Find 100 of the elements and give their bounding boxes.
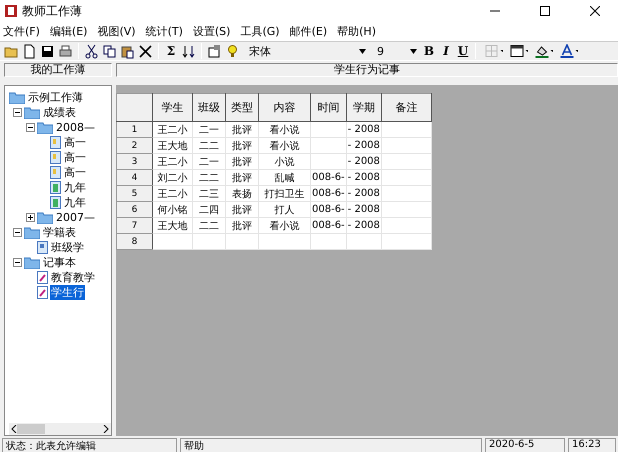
table-cell: 二一 — [199, 156, 219, 168]
tree-item[interactable]: 学生行 — [50, 285, 85, 300]
folder-icon — [37, 212, 53, 224]
tree-item[interactable]: 九年 — [63, 195, 87, 210]
menu-item[interactable]: 工具(G) — [237, 24, 287, 39]
tree-item[interactable]: 记事本 — [42, 255, 77, 270]
column-header[interactable]: 内容 — [258, 94, 310, 122]
scroll-left-icon[interactable] — [11, 425, 17, 433]
paste-icon[interactable] — [120, 44, 135, 58]
table-cell: 二四 — [199, 204, 219, 216]
caret-icon[interactable] — [410, 48, 417, 54]
row-header[interactable]: 8 — [116, 234, 152, 250]
row-header[interactable]: 7 — [116, 218, 152, 234]
column-header[interactable]: 班级 — [192, 94, 226, 122]
tree-item[interactable]: 成绩表 — [42, 105, 77, 120]
table-cell: 乱喊 — [274, 172, 294, 184]
menu-item[interactable]: 帮助(H) — [334, 24, 383, 39]
collapse-icon[interactable] — [13, 228, 22, 237]
save-icon[interactable] — [40, 44, 55, 58]
table-cell: 批评 — [232, 220, 252, 232]
table-cell: 小说 — [274, 156, 294, 168]
format-button[interactable]: U — [456, 44, 470, 58]
column-header[interactable]: 类型 — [226, 94, 258, 122]
format-button[interactable]: I — [439, 44, 453, 58]
window-title: 教师工作薄 — [22, 2, 83, 20]
collapse-icon[interactable] — [13, 258, 22, 267]
row-header[interactable]: 4 — [116, 170, 152, 186]
sort-icon[interactable] — [181, 44, 196, 58]
row-header[interactable]: 3 — [116, 154, 152, 170]
menu-item[interactable]: 设置(S) — [190, 24, 238, 39]
table-cell: 008-6- — [312, 172, 345, 183]
menu-item[interactable]: 视图(V) — [94, 24, 143, 39]
folder-icon — [24, 106, 40, 118]
table-cell: 008-6- — [312, 188, 345, 199]
menu-item[interactable]: 统计(T) — [142, 24, 190, 39]
table-cell: 刘二小 — [158, 172, 188, 184]
row-header[interactable]: 5 — [116, 186, 152, 202]
horizontal-scrollbar[interactable] — [9, 423, 111, 435]
tree-item[interactable]: 九年 — [63, 180, 87, 195]
table-cell: 批评 — [232, 140, 252, 152]
table-cell: - 2008 — [348, 204, 380, 215]
app-book-icon — [4, 4, 18, 18]
table-cell: 何小铭 — [158, 204, 188, 216]
table-cell: 008-6- — [312, 204, 345, 215]
font-size-dropdown[interactable]: 9 — [371, 42, 419, 60]
maximize-icon[interactable] — [540, 6, 550, 16]
tree-item[interactable]: 班级学 — [50, 240, 85, 255]
help-bulb-icon[interactable] — [225, 44, 240, 58]
column-header[interactable]: 学期 — [346, 94, 382, 122]
print-icon[interactable] — [58, 44, 73, 58]
table-cell: - 2008 — [348, 188, 380, 199]
menu-item[interactable]: 编辑(E) — [46, 24, 94, 39]
sum-button[interactable]: Σ — [164, 44, 178, 58]
tree-item[interactable]: 教育教学 — [50, 270, 96, 285]
properties-icon[interactable] — [207, 44, 222, 58]
delete-icon[interactable] — [138, 44, 153, 58]
copy-icon[interactable] — [102, 44, 117, 58]
note-pencil-icon — [37, 286, 48, 299]
new-file-icon[interactable] — [22, 44, 37, 58]
tree-item[interactable]: 高一 — [63, 135, 87, 150]
table-cell: 看小说 — [270, 220, 300, 232]
menu-item[interactable]: 邮件(E) — [286, 24, 334, 39]
chart-sheet-icon — [50, 181, 61, 194]
tree-item[interactable]: 2007— — [55, 211, 96, 224]
table-cell: 看小说 — [270, 124, 300, 136]
table-cell: 王二小 — [158, 124, 188, 136]
table-cell: 批评 — [232, 204, 252, 216]
column-header[interactable]: 学生 — [152, 94, 192, 122]
menu-item[interactable]: 文件(F) — [0, 24, 47, 39]
note-pencil-icon — [37, 271, 48, 284]
close-icon[interactable] — [590, 6, 600, 16]
expand-icon[interactable] — [26, 213, 35, 222]
table-cell: 王二小 — [158, 188, 188, 200]
table-cell: 二一 — [199, 124, 219, 136]
table-cell: 批评 — [232, 156, 252, 168]
tree-item[interactable]: 2008— — [55, 121, 96, 134]
row-header[interactable]: 1 — [116, 122, 152, 138]
tree-item[interactable]: 学籍表 — [42, 225, 77, 240]
cut-icon[interactable] — [84, 44, 99, 58]
sheet-icon — [50, 136, 61, 149]
folder-icon — [9, 92, 25, 104]
tree-item[interactable]: 示例工作薄 — [27, 90, 84, 105]
row-header[interactable]: 6 — [116, 202, 152, 218]
table-cell: 二二 — [199, 220, 219, 232]
collapse-icon[interactable] — [13, 108, 22, 117]
table-cell: 批评 — [232, 124, 252, 136]
font-dropdown[interactable]: 宋体 — [243, 42, 368, 60]
row-header[interactable]: 2 — [116, 138, 152, 154]
tree-item[interactable]: 高一 — [63, 150, 87, 165]
collapse-icon[interactable] — [26, 123, 35, 132]
table-cell: 二二 — [199, 172, 219, 184]
tree-item[interactable]: 高一 — [63, 165, 87, 180]
table-cell: 二二 — [199, 140, 219, 152]
column-header[interactable]: 时间 — [310, 94, 346, 122]
table-cell: 王二小 — [158, 156, 188, 168]
column-header[interactable]: 备注 — [381, 94, 432, 122]
format-button[interactable]: B — [422, 44, 436, 58]
scroll-right-icon[interactable] — [103, 425, 109, 433]
status-text: 状态：此表允许编辑 — [2, 438, 177, 452]
caret-icon[interactable] — [359, 48, 366, 54]
